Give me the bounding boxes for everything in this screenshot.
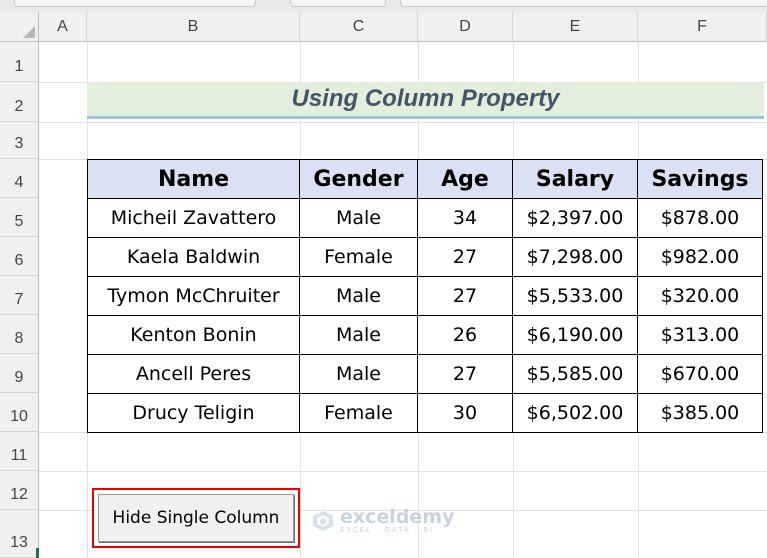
table-row: Tymon McChruiter Male 27 $5,533.00 $320.… xyxy=(87,276,763,316)
row-header-6[interactable]: 6 xyxy=(0,237,39,276)
cell-name[interactable]: Tymon McChruiter xyxy=(87,276,300,316)
header-cell-salary[interactable]: Salary xyxy=(512,159,638,199)
cell-salary[interactable]: $6,190.00 xyxy=(512,315,638,355)
cell-savings[interactable]: $320.00 xyxy=(637,276,763,316)
cell-name[interactable]: Ancell Peres xyxy=(87,354,300,394)
cell-gender[interactable]: Male xyxy=(299,354,418,394)
column-header-a[interactable]: A xyxy=(39,12,87,42)
cell-gender[interactable]: Male xyxy=(299,198,418,238)
column-header-c[interactable]: C xyxy=(300,12,418,42)
header-cell-gender[interactable]: Gender xyxy=(299,159,418,199)
table-row: Drucy Teligin Female 30 $6,502.00 $385.0… xyxy=(87,393,763,433)
column-header-b[interactable]: B xyxy=(87,12,300,42)
table-row: Micheil Zavattero Male 34 $2,397.00 $878… xyxy=(87,198,763,238)
select-all-icon xyxy=(23,26,35,38)
formula-input[interactable] xyxy=(400,0,767,7)
cell-age[interactable]: 27 xyxy=(417,354,513,394)
cell-gender[interactable]: Female xyxy=(299,237,418,277)
table-row: Kaela Baldwin Female 27 $7,298.00 $982.0… xyxy=(87,237,763,277)
header-cell-name[interactable]: Name xyxy=(87,159,300,199)
cell-savings[interactable]: $385.00 xyxy=(637,393,763,433)
exceldemy-logo-icon xyxy=(313,511,333,531)
cell-age[interactable]: 34 xyxy=(417,198,513,238)
select-all-corner[interactable] xyxy=(0,12,39,42)
column-header-e[interactable]: E xyxy=(513,12,638,42)
row-header-12[interactable]: 12 xyxy=(0,471,39,510)
name-box[interactable] xyxy=(14,0,256,7)
cell-age[interactable]: 27 xyxy=(417,237,513,277)
cell-age[interactable]: 26 xyxy=(417,315,513,355)
sheet-edge-marker xyxy=(36,548,39,558)
table-row: Kenton Bonin Male 26 $6,190.00 $313.00 xyxy=(87,315,763,355)
row-header-3[interactable]: 3 xyxy=(0,122,39,159)
row-header-1[interactable]: 1 xyxy=(0,42,39,82)
row-header-10[interactable]: 10 xyxy=(0,393,39,432)
cell-savings[interactable]: $878.00 xyxy=(637,198,763,238)
data-table: Name Gender Age Salary Savings Micheil Z… xyxy=(87,159,763,433)
cell-name[interactable]: Kaela Baldwin xyxy=(87,237,300,277)
exceldemy-watermark: exceldemy EXCEL · DATA · BI xyxy=(312,508,454,534)
cell-gender[interactable]: Female xyxy=(299,393,418,433)
gridline xyxy=(39,471,767,472)
watermark-name: exceldemy xyxy=(340,506,455,528)
cell-savings[interactable]: $982.00 xyxy=(637,237,763,277)
column-header-f[interactable]: F xyxy=(638,12,767,42)
cell-salary[interactable]: $5,585.00 xyxy=(512,354,638,394)
column-header-d[interactable]: D xyxy=(418,12,513,42)
row-header-4[interactable]: 4 xyxy=(0,159,39,198)
row-header-9[interactable]: 9 xyxy=(0,354,39,393)
hide-single-column-button[interactable]: Hide Single Column xyxy=(98,494,294,542)
row-header-11[interactable]: 11 xyxy=(0,432,39,471)
table-row: Ancell Peres Male 27 $5,585.00 $670.00 xyxy=(87,354,763,394)
gridline xyxy=(39,122,767,123)
row-header-8[interactable]: 8 xyxy=(0,315,39,354)
button-highlight-frame: Hide Single Column xyxy=(92,488,300,548)
sheet-title[interactable]: Using Column Property xyxy=(87,82,764,119)
cell-name[interactable]: Kenton Bonin xyxy=(87,315,300,355)
cell-name[interactable]: Micheil Zavattero xyxy=(87,198,300,238)
cell-salary[interactable]: $7,298.00 xyxy=(512,237,638,277)
cell-gender[interactable]: Male xyxy=(299,315,418,355)
row-header-2[interactable]: 2 xyxy=(0,82,39,122)
row-header-7[interactable]: 7 xyxy=(0,276,39,315)
table-header-row: Name Gender Age Salary Savings xyxy=(87,159,763,199)
cell-gender[interactable]: Male xyxy=(299,276,418,316)
cell-name[interactable]: Drucy Teligin xyxy=(87,393,300,433)
cell-savings[interactable]: $670.00 xyxy=(637,354,763,394)
formula-controls[interactable] xyxy=(290,0,386,7)
cell-savings[interactable]: $313.00 xyxy=(637,315,763,355)
cell-age[interactable]: 27 xyxy=(417,276,513,316)
cell-salary[interactable]: $2,397.00 xyxy=(512,198,638,238)
row-header-5[interactable]: 5 xyxy=(0,198,39,237)
cell-salary[interactable]: $5,533.00 xyxy=(512,276,638,316)
cell-salary[interactable]: $6,502.00 xyxy=(512,393,638,433)
cell-age[interactable]: 30 xyxy=(417,393,513,433)
header-cell-age[interactable]: Age xyxy=(417,159,513,199)
row-header-13[interactable]: 13 xyxy=(0,510,39,558)
formula-bar-remnant xyxy=(0,0,767,12)
header-cell-savings[interactable]: Savings xyxy=(637,159,763,199)
